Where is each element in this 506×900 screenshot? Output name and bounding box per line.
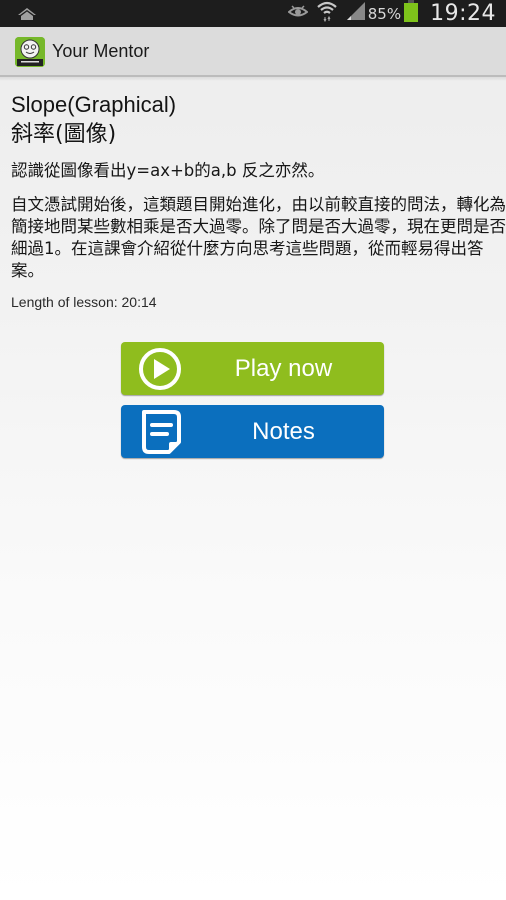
lesson-details: Slope(Graphical) 斜率(圖像) 認識從圖像看出y=ax+b的a,… [11, 90, 506, 310]
signal-icon [346, 1, 366, 26]
lesson-summary: 認識從圖像看出y=ax+b的a,b 反之亦然。 [11, 161, 325, 180]
notes-button[interactable]: Notes [121, 405, 384, 458]
app-title: Your Mentor [52, 41, 150, 61]
lesson-title-english: Slope(Graphical) [11, 92, 177, 117]
status-bar: 85% 19:24 [0, 0, 506, 27]
play-now-button[interactable]: Play now [121, 342, 384, 395]
action-bar: Your Mentor [0, 27, 506, 81]
app-logo-icon[interactable] [15, 37, 45, 67]
play-now-label: Play now [234, 355, 333, 382]
status-indicators: 85% 19:24 [287, 0, 496, 27]
battery-icon [404, 0, 419, 27]
eye-icon [287, 3, 309, 24]
battery-percent: 85% [367, 4, 402, 23]
lesson-length: Length of lesson: 20:14 [11, 294, 157, 310]
notes-icon [139, 408, 185, 454]
notes-label: Notes [252, 418, 315, 445]
home-icon [17, 6, 37, 22]
clock: 19:24 [430, 1, 496, 26]
lesson-description: 自文憑試開始後，這類題目開始進化，由以前較直接的問法，轉化為簡接地問某些數相乘是… [11, 195, 506, 280]
play-circle-icon [137, 346, 183, 392]
lesson-title-chinese: 斜率(圖像) [11, 122, 117, 147]
wifi-icon [316, 0, 338, 27]
